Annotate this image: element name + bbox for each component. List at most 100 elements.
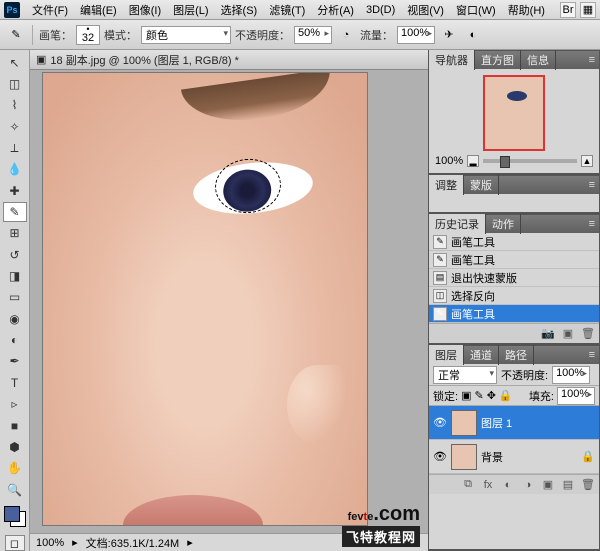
hand-tool[interactable]: ✋ xyxy=(3,459,27,478)
lock-trans-icon[interactable]: ▣ xyxy=(461,389,471,402)
panel-menu-icon[interactable]: ≡ xyxy=(585,218,599,230)
wand-tool[interactable]: ✧ xyxy=(3,117,27,136)
tab-layers[interactable]: 图层 xyxy=(429,345,464,365)
pen-tool[interactable]: ✒ xyxy=(3,352,27,371)
lasso-tool[interactable]: ⌇ xyxy=(3,96,27,115)
adj-layer-icon[interactable]: ◑ xyxy=(521,478,535,492)
layer-fill-input[interactable]: 100% xyxy=(557,387,595,405)
menu-view[interactable]: 视图(V) xyxy=(401,0,450,20)
pressure-opacity-icon[interactable]: ◔ xyxy=(336,25,356,45)
gradient-tool[interactable]: ▭ xyxy=(3,288,27,307)
flow-input[interactable]: 100% xyxy=(397,26,435,44)
menu-edit[interactable]: 编辑(E) xyxy=(74,0,123,20)
zoom-slider[interactable] xyxy=(483,159,577,163)
eye-icon[interactable]: 👁 xyxy=(433,450,447,464)
opacity-input[interactable]: 50% xyxy=(294,26,332,44)
trash-icon[interactable]: 🗑 xyxy=(581,478,595,492)
brush-tool[interactable]: ✎ xyxy=(3,202,27,221)
fx-icon[interactable]: fx xyxy=(481,478,495,492)
layer-opacity-input[interactable]: 100% xyxy=(552,366,590,384)
snapshot-icon[interactable]: 📷 xyxy=(541,327,555,341)
menu-image[interactable]: 图像(I) xyxy=(123,0,167,20)
blend-mode-select[interactable]: 颜色 xyxy=(141,26,231,44)
tab-paths[interactable]: 路径 xyxy=(499,345,534,365)
link-icon[interactable]: ⧉ xyxy=(461,478,475,492)
menu-file[interactable]: 文件(F) xyxy=(26,0,74,20)
path-tool[interactable]: ▹ xyxy=(3,395,27,414)
tab-masks[interactable]: 蒙版 xyxy=(464,175,499,195)
tab-adjustments[interactable]: 调整 xyxy=(429,175,464,195)
menu-3d[interactable]: 3D(D) xyxy=(360,2,401,18)
new-layer-icon[interactable]: ▤ xyxy=(561,478,575,492)
eye-icon[interactable]: 👁 xyxy=(433,416,447,430)
type-tool[interactable]: T xyxy=(3,373,27,392)
menu-help[interactable]: 帮助(H) xyxy=(502,0,551,20)
tab-channels[interactable]: 通道 xyxy=(464,345,499,365)
dodge-tool[interactable]: ◐ xyxy=(3,330,27,349)
layer-row[interactable]: 👁背景🔒 xyxy=(429,440,599,474)
history-item[interactable]: ✎画笔工具 xyxy=(429,233,599,251)
stamp-tool[interactable]: ⊞ xyxy=(3,224,27,243)
panel-menu-icon[interactable]: ≡ xyxy=(585,54,599,66)
pressure-size-icon[interactable]: ◐ xyxy=(463,25,483,45)
layer-row[interactable]: 👁 图层 1 xyxy=(429,406,599,440)
history-brush-tool[interactable]: ↺ xyxy=(3,245,27,264)
menu-filter[interactable]: 滤镜(T) xyxy=(263,0,311,20)
color-swatches[interactable] xyxy=(4,506,26,527)
3d-tool[interactable]: ⬢ xyxy=(3,437,27,456)
lock-pixels-icon[interactable]: ✎ xyxy=(474,389,483,402)
marquee-tool[interactable]: ◫ xyxy=(3,74,27,93)
panel-menu-icon[interactable]: ≡ xyxy=(585,349,599,361)
navigator-thumbnail[interactable] xyxy=(483,75,545,151)
brush-preset-picker[interactable]: 32 xyxy=(76,25,100,45)
history-item[interactable]: ◫选择反向 xyxy=(429,287,599,305)
layer-opacity-label: 不透明度: xyxy=(501,367,548,383)
layer-name[interactable]: 图层 1 xyxy=(481,415,512,431)
menu-select[interactable]: 选择(S) xyxy=(215,0,264,20)
canvas[interactable] xyxy=(42,72,368,526)
history-icon: ◫ xyxy=(433,289,447,303)
crop-tool[interactable]: ⟂ xyxy=(3,138,27,157)
layer-name[interactable]: 背景 xyxy=(481,449,503,465)
zoom-level[interactable]: 100% xyxy=(36,537,64,549)
panel-menu-icon[interactable]: ≡ xyxy=(585,179,599,191)
heal-tool[interactable]: ✚ xyxy=(3,181,27,200)
menu-analysis[interactable]: 分析(A) xyxy=(311,0,360,20)
history-item[interactable]: ✎画笔工具 xyxy=(429,305,599,323)
document-title: 18 副本.jpg @ 100% (图层 1, RGB/8) * xyxy=(50,52,238,68)
menu-window[interactable]: 窗口(W) xyxy=(450,0,502,20)
new-doc-icon[interactable]: ▣ xyxy=(561,327,575,341)
shape-tool[interactable]: ■ xyxy=(3,416,27,435)
document-tab[interactable]: ▣ 18 副本.jpg @ 100% (图层 1, RGB/8) * xyxy=(30,50,428,70)
tab-history[interactable]: 历史记录 xyxy=(429,214,486,234)
lock-pos-icon[interactable]: ✥ xyxy=(487,389,496,402)
tab-info[interactable]: 信息 xyxy=(521,50,556,70)
group-icon[interactable]: ▣ xyxy=(541,478,555,492)
lock-all-icon[interactable]: 🔒 xyxy=(499,389,513,402)
tab-actions[interactable]: 动作 xyxy=(486,214,521,234)
trash-icon[interactable]: 🗑 xyxy=(581,327,595,341)
tab-navigator[interactable]: 导航器 xyxy=(429,50,475,70)
airbrush-icon[interactable]: ✈ xyxy=(439,25,459,45)
move-tool[interactable]: ↖ xyxy=(3,53,27,72)
doc-icon: ▣ xyxy=(36,53,46,66)
eraser-tool[interactable]: ◨ xyxy=(3,266,27,285)
tab-histogram[interactable]: 直方图 xyxy=(475,50,521,70)
tile-icon[interactable]: ▦ xyxy=(580,2,596,18)
zoom-in-icon[interactable]: ▲ xyxy=(581,155,593,167)
layer-blend-select[interactable]: 正常 xyxy=(433,366,497,384)
menu-layer[interactable]: 图层(L) xyxy=(167,0,214,20)
layer-thumbnail[interactable] xyxy=(451,410,477,436)
history-item[interactable]: ✎画笔工具 xyxy=(429,251,599,269)
brush-label: 画笔： xyxy=(39,27,72,43)
layer-thumbnail[interactable] xyxy=(451,444,477,470)
quick-mask-toggle[interactable]: ◻ xyxy=(5,535,25,551)
bridge-icon[interactable]: Br xyxy=(560,2,576,18)
blur-tool[interactable]: ◉ xyxy=(3,309,27,328)
history-item[interactable]: ▤退出快速蒙版 xyxy=(429,269,599,287)
eyedropper-tool[interactable]: 💧 xyxy=(3,160,27,179)
zoom-out-icon[interactable]: ▂ xyxy=(467,155,479,167)
zoom-tool[interactable]: 🔍 xyxy=(3,480,27,499)
mask-icon[interactable]: ◐ xyxy=(501,478,515,492)
foreground-color[interactable] xyxy=(4,506,20,522)
